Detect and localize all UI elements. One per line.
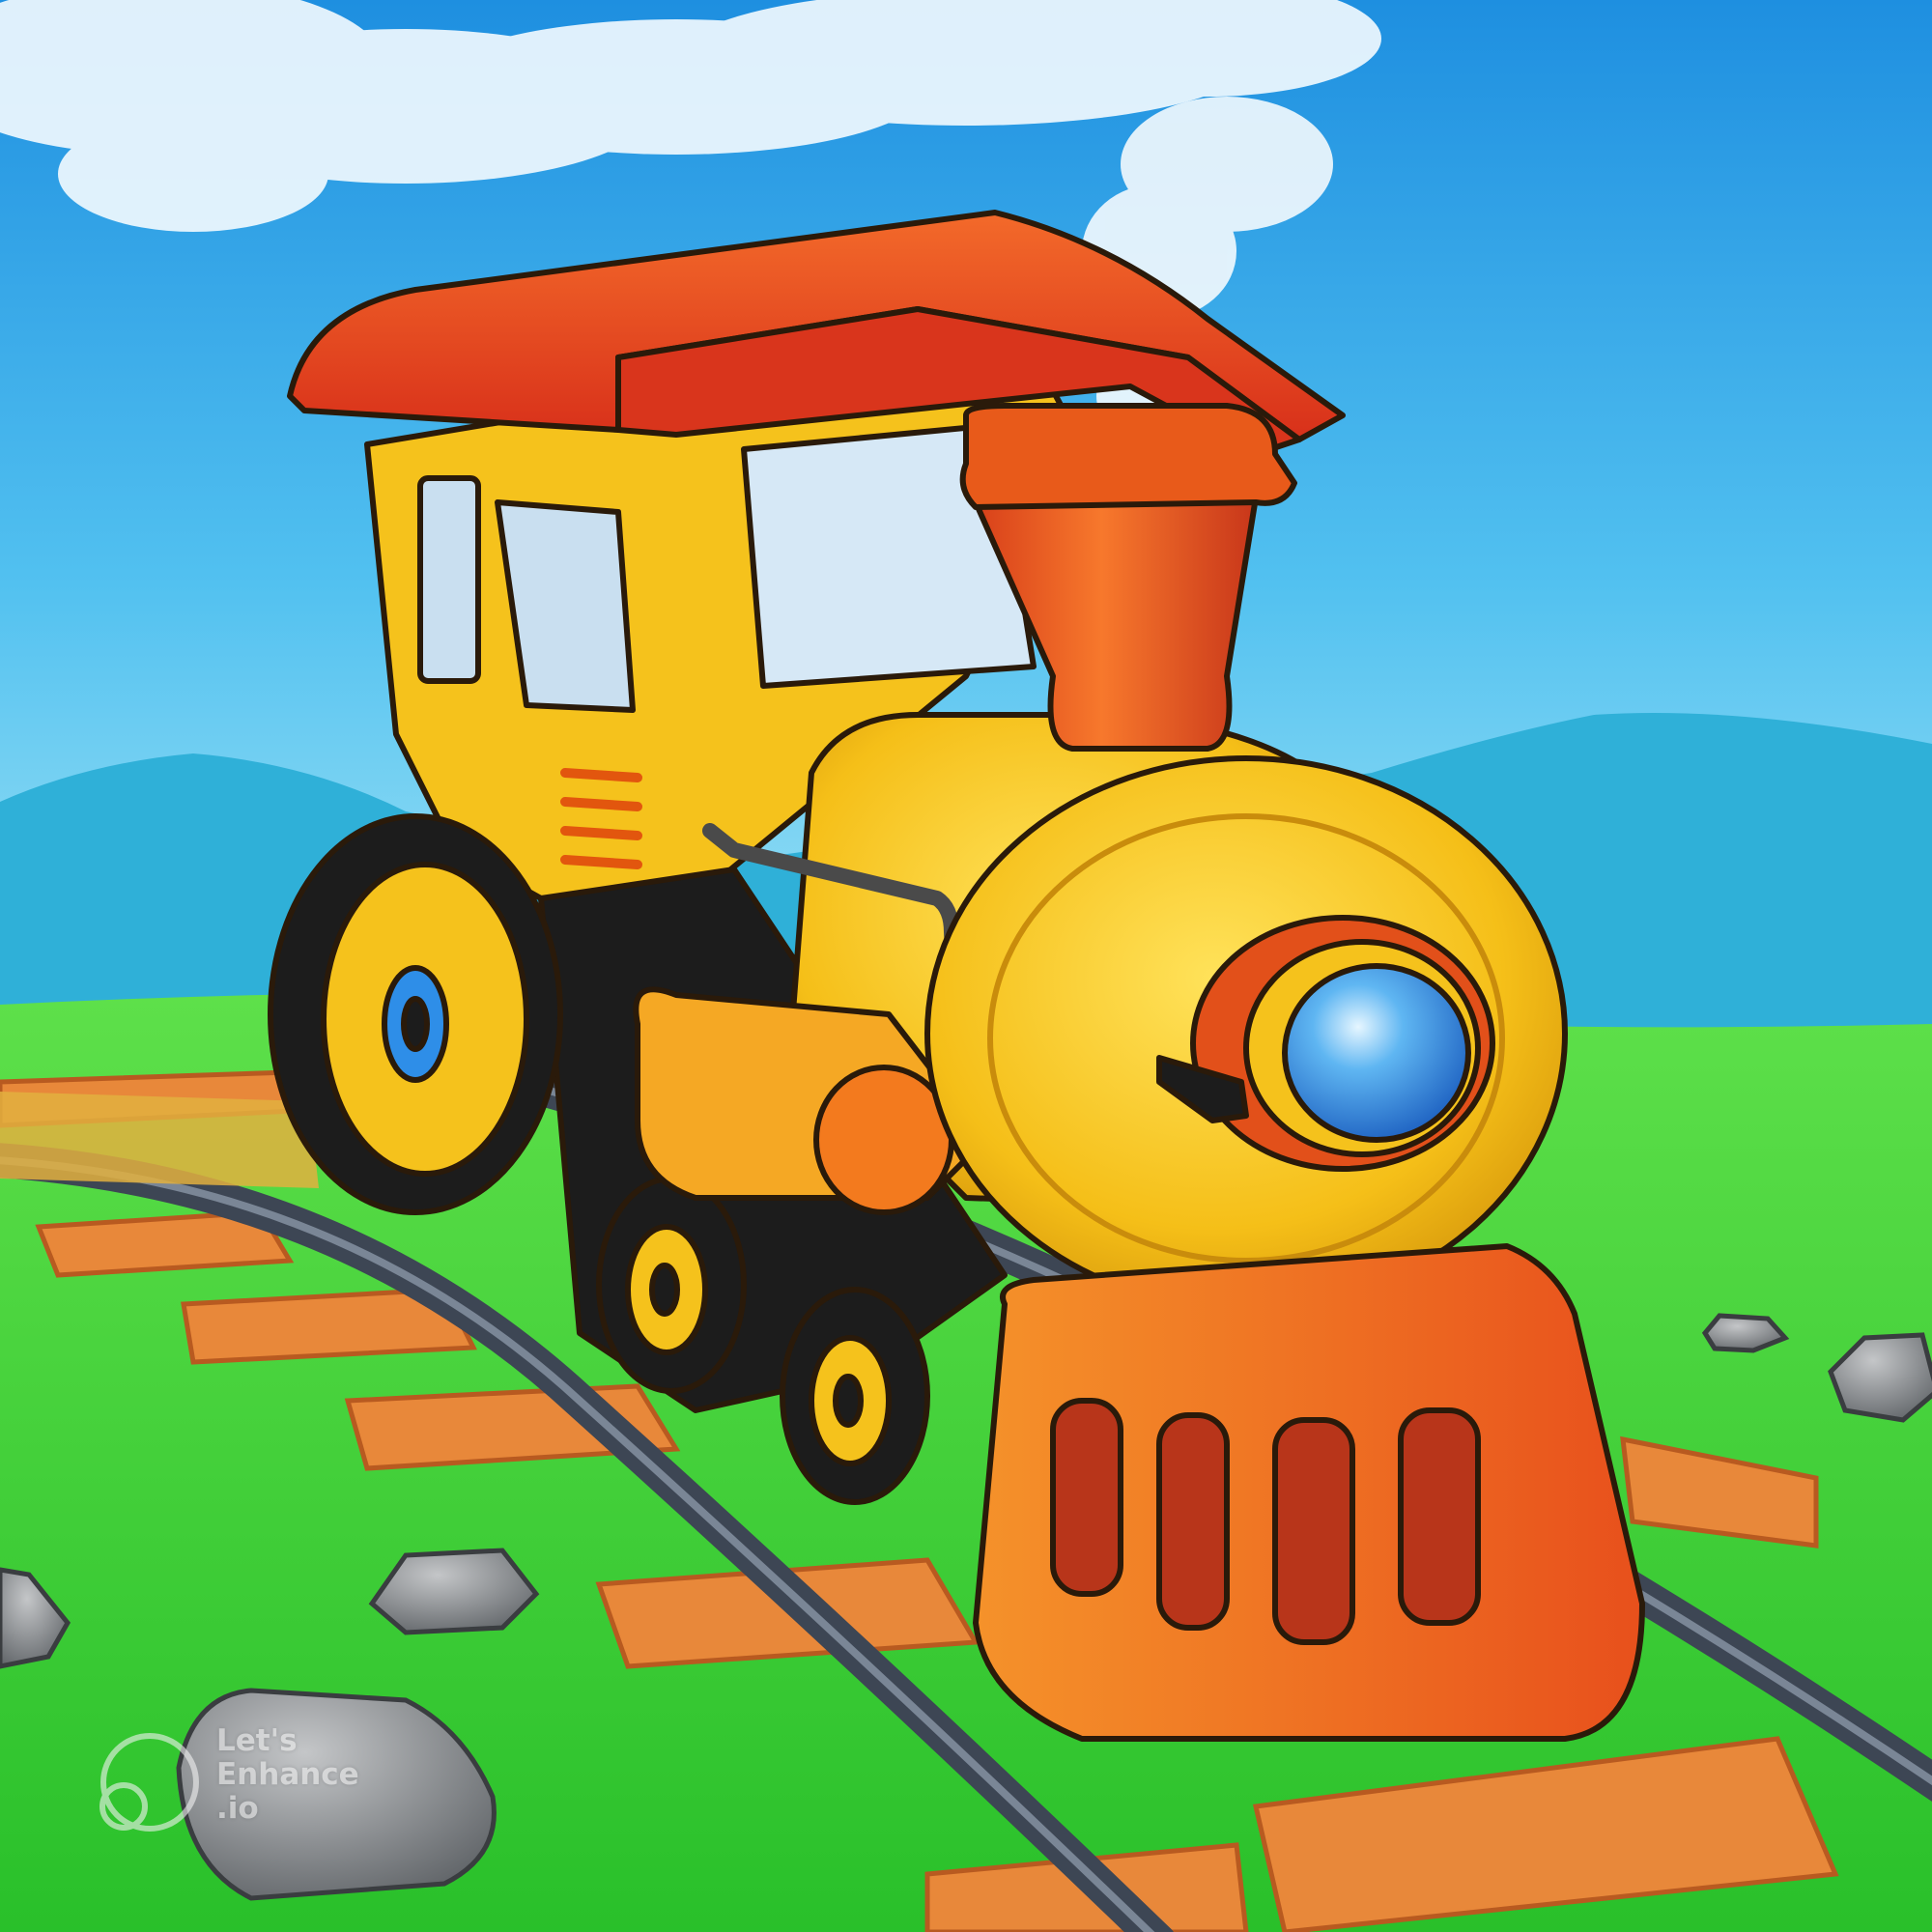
rear-wheel — [268, 813, 563, 1215]
chimney-top — [959, 403, 1297, 510]
cab-window-back — [417, 475, 481, 684]
front-wheel-1 — [596, 1176, 747, 1394]
front-wheel-2 — [780, 1287, 930, 1505]
distant-track — [0, 1092, 319, 1188]
headlight-lens — [1282, 963, 1471, 1143]
scene — [0, 0, 1932, 1932]
watermark-text: Let's Enhance .io — [216, 1723, 359, 1826]
watermark: Let's Enhance .io — [97, 1724, 359, 1826]
